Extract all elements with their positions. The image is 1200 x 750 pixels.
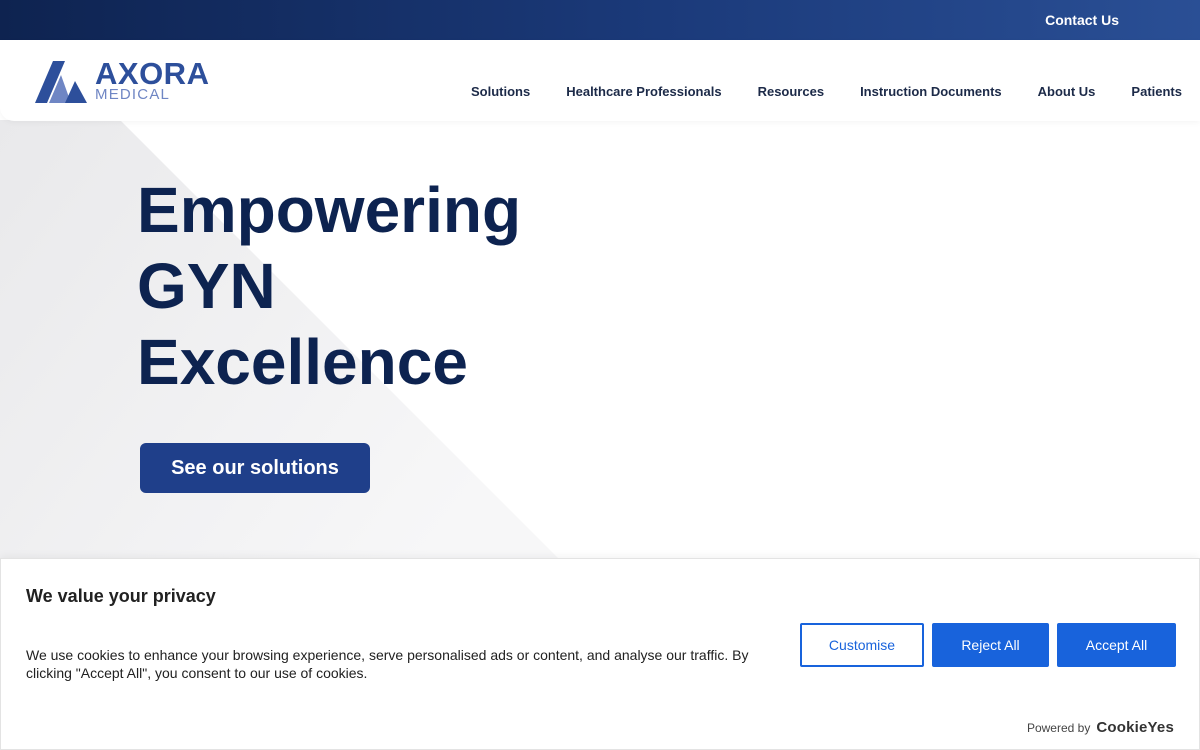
axora-medical-logo[interactable]: AXORA MEDICAL bbox=[35, 56, 225, 105]
cookie-description: We use cookies to enhance your browsing … bbox=[26, 647, 749, 681]
nav-item-resources[interactable]: Resources bbox=[758, 84, 824, 99]
axora-logo-icon bbox=[35, 61, 87, 103]
contact-us-link[interactable]: Contact Us bbox=[1045, 12, 1119, 28]
hero-title-line: Excellence bbox=[137, 326, 468, 398]
powered-by: Powered by CookieYes bbox=[1027, 719, 1174, 736]
site-header: AXORA MEDICAL Solutions Healthcare Profe… bbox=[0, 40, 1200, 121]
see-solutions-button[interactable]: See our solutions bbox=[140, 443, 370, 493]
hero-title-line: Empowering bbox=[137, 174, 522, 246]
main-nav: Solutions Healthcare Professionals Resou… bbox=[471, 84, 1182, 99]
hero-title-line: GYN bbox=[137, 250, 276, 322]
nav-item-patients[interactable]: Patients bbox=[1131, 84, 1182, 99]
hero-title: Empowering GYN Excellence bbox=[137, 172, 637, 400]
nav-item-solutions[interactable]: Solutions bbox=[471, 84, 530, 99]
cookie-title: We value your privacy bbox=[26, 586, 216, 606]
nav-item-instruction-documents[interactable]: Instruction Documents bbox=[860, 84, 1002, 99]
cookie-consent-banner: We value your privacy We use cookies to … bbox=[0, 558, 1200, 750]
nav-item-about-us[interactable]: About Us bbox=[1038, 84, 1096, 99]
logo-wordmark: AXORA bbox=[95, 56, 210, 91]
customise-button[interactable]: Customise bbox=[800, 623, 924, 667]
reject-all-button[interactable]: Reject All bbox=[932, 623, 1049, 667]
top-bar: Contact Us bbox=[0, 0, 1200, 40]
cookieyes-logo[interactable]: CookieYes bbox=[1096, 719, 1174, 736]
nav-item-healthcare-professionals[interactable]: Healthcare Professionals bbox=[566, 84, 721, 99]
powered-by-label: Powered by bbox=[1026, 720, 1091, 735]
accept-all-button[interactable]: Accept All bbox=[1057, 623, 1176, 667]
